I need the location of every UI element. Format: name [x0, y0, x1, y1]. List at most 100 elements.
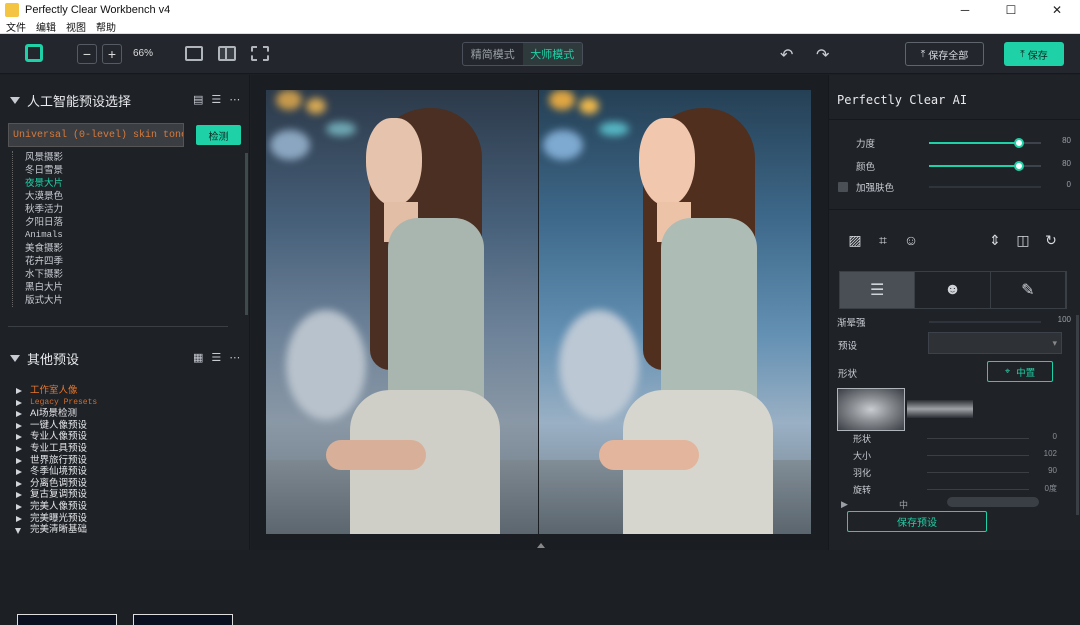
- list-item[interactable]: 冬日雪景: [13, 164, 244, 177]
- list-item[interactable]: 一键人像预设: [12, 420, 244, 432]
- list-item[interactable]: 版式大片: [13, 294, 244, 307]
- list-item[interactable]: 复古复调预设: [12, 489, 244, 501]
- edit-icon[interactable]: ▨: [841, 232, 869, 249]
- collapse-triangle-icon: [10, 97, 20, 104]
- strength-slider-row: 力度 80: [837, 136, 1073, 150]
- flip-horizontal-icon[interactable]: ◫: [1009, 232, 1037, 249]
- center-button[interactable]: ⌖ 中置: [987, 361, 1053, 382]
- vignette-slider[interactable]: [929, 321, 1041, 323]
- list-item[interactable]: 完美人像预设: [12, 501, 244, 513]
- more-icon[interactable]: ⋯: [229, 351, 240, 364]
- undo-icon[interactable]: ↶: [780, 45, 793, 65]
- list-item[interactable]: 完美曝光预设: [12, 513, 244, 525]
- more-icon[interactable]: ⋯: [229, 93, 240, 106]
- before-photo[interactable]: [266, 90, 538, 534]
- detect-button[interactable]: 检测: [196, 125, 241, 145]
- menu-view[interactable]: 视图: [66, 19, 86, 34]
- face-icon[interactable]: ☺: [897, 232, 925, 249]
- color-slider[interactable]: [929, 161, 1041, 171]
- panel-toggle-icon[interactable]: [537, 543, 545, 548]
- list-item[interactable]: 黑白大片: [13, 281, 244, 294]
- other-presets-title: 其他预设: [27, 352, 80, 367]
- strength-knob[interactable]: [1013, 138, 1024, 148]
- size-param-row: 大小 102: [853, 449, 1065, 462]
- ai-presets-header[interactable]: 人工智能预设选择: [10, 91, 131, 110]
- color-knob[interactable]: [1013, 161, 1024, 171]
- ai-list-scrollbar[interactable]: [245, 153, 248, 315]
- menu-help[interactable]: 帮助: [96, 19, 116, 34]
- tab-sliders[interactable]: ☰: [840, 272, 916, 308]
- strength-slider[interactable]: [929, 138, 1041, 148]
- list-item[interactable]: 完美清晰基础: [12, 524, 244, 536]
- save-all-button[interactable]: ⤒ 保存全部: [905, 42, 984, 66]
- shape-preview-selected[interactable]: [837, 388, 905, 431]
- maximize-button[interactable]: ☐: [988, 0, 1034, 20]
- list-item[interactable]: 花卉四季: [13, 255, 244, 268]
- zoom-in-button[interactable]: +: [102, 44, 122, 64]
- target-icon: ⌖: [1004, 366, 1011, 377]
- list-item[interactable]: 世界旅行预设: [12, 455, 244, 467]
- param-slider[interactable]: [927, 489, 1029, 490]
- list-item[interactable]: 分离色调预设: [12, 478, 244, 490]
- vignette-value: 100: [1057, 315, 1071, 324]
- list-item[interactable]: 专业工具预设: [12, 443, 244, 455]
- crop-icon[interactable]: ⌗: [869, 232, 897, 249]
- minimize-button[interactable]: ─: [942, 0, 988, 20]
- list-item[interactable]: 风景摄影: [13, 151, 244, 164]
- brush-icon: ✎: [1021, 282, 1035, 299]
- shape-label: 形状: [838, 369, 858, 380]
- tab-face[interactable]: ☻: [915, 272, 991, 308]
- list-item[interactable]: 夕阳日落: [13, 216, 244, 229]
- list-item[interactable]: 专业人像预设: [12, 431, 244, 443]
- flip-vertical-icon[interactable]: ⇕: [981, 232, 1009, 249]
- ai-preset-input[interactable]: Universal (0-level) skin tone: [8, 123, 184, 147]
- preset-select[interactable]: ▾: [928, 332, 1062, 354]
- save-all-label: 保存全部: [928, 50, 969, 62]
- compare-view-icon[interactable]: [251, 46, 269, 61]
- section-footer: ▶ 中: [841, 494, 1065, 510]
- list-item[interactable]: 工作室人像: [12, 385, 244, 397]
- param-value: 102: [1043, 449, 1057, 458]
- list-item-selected[interactable]: 夜景大片: [13, 177, 244, 190]
- list-item[interactable]: Legacy Presets: [12, 397, 244, 409]
- preset-thumbnail[interactable]: [133, 614, 233, 625]
- list-item[interactable]: 大漠景色: [13, 190, 244, 203]
- zoom-out-button[interactable]: −: [77, 44, 97, 64]
- menu-file[interactable]: 文件: [6, 19, 26, 34]
- list-view-icon[interactable]: ☰: [211, 351, 221, 364]
- menu-edit[interactable]: 编辑: [36, 19, 56, 34]
- shape-preview[interactable]: [907, 400, 973, 418]
- list-item[interactable]: Animals: [13, 229, 244, 242]
- after-photo[interactable]: [539, 90, 811, 534]
- footer-slider[interactable]: [947, 497, 1039, 507]
- list-item[interactable]: 秋季活力: [13, 203, 244, 216]
- close-button[interactable]: ✕: [1034, 0, 1080, 20]
- list-item[interactable]: 美食摄影: [13, 242, 244, 255]
- list-item[interactable]: 冬季仙境预设: [12, 466, 244, 478]
- redo-icon[interactable]: ↷: [816, 45, 829, 65]
- simple-mode-tab[interactable]: 精简模式: [463, 43, 523, 65]
- param-slider[interactable]: [927, 455, 1029, 456]
- single-view-icon[interactable]: [185, 46, 203, 61]
- upload-icon: ⤒: [920, 48, 926, 60]
- tab-brush[interactable]: ✎: [991, 272, 1066, 308]
- expand-triangle-icon[interactable]: ▶: [841, 499, 848, 510]
- sliders-icon: ☰: [869, 282, 885, 299]
- grid-view-icon[interactable]: ▦: [193, 351, 203, 364]
- param-slider[interactable]: [927, 438, 1029, 439]
- save-preset-button[interactable]: 保存预设: [847, 511, 987, 532]
- rotate-icon[interactable]: ↻: [1037, 232, 1065, 249]
- preset-thumbnail[interactable]: [17, 614, 117, 625]
- save-button[interactable]: ⤒ 保存: [1004, 42, 1064, 66]
- right-scrollbar[interactable]: [1076, 315, 1079, 515]
- grid-view-icon[interactable]: ▤: [193, 93, 203, 106]
- param-slider[interactable]: [927, 472, 1029, 473]
- skin-slider[interactable]: [929, 186, 1041, 188]
- list-item[interactable]: AI场景检测: [12, 408, 244, 420]
- master-mode-tab[interactable]: 大师模式: [522, 43, 582, 65]
- split-view-icon[interactable]: [218, 46, 236, 61]
- list-view-icon[interactable]: ☰: [211, 93, 221, 106]
- other-presets-header[interactable]: 其他预设: [10, 349, 79, 368]
- window-title-bar: Perfectly Clear Workbench v4 ─ ☐ ✕: [0, 0, 1080, 20]
- list-item[interactable]: 水下摄影: [13, 268, 244, 281]
